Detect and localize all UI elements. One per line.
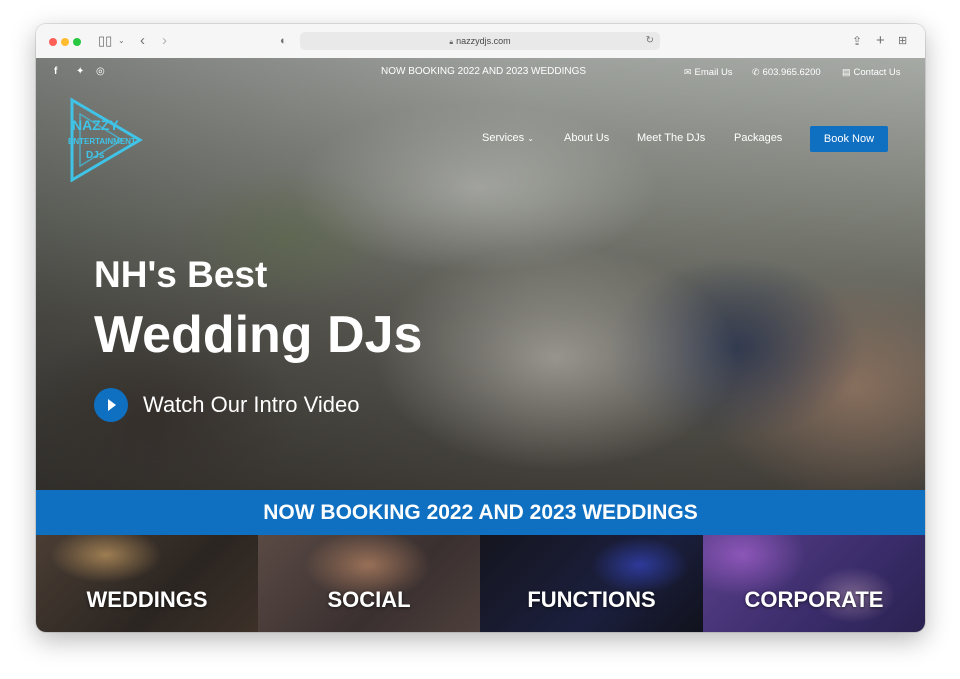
- category-grid: WEDDINGS SOCIAL FUNCTIONS CORPORATE: [36, 535, 925, 632]
- twitter-icon[interactable]: ✦: [76, 66, 84, 78]
- lock-icon: 🔒︎: [449, 39, 454, 46]
- zoom-window-button[interactable]: [73, 38, 81, 46]
- contact-link[interactable]: ▤ Contact Us: [842, 65, 901, 80]
- logo-text-line2: ENTERTAINMENT: [68, 137, 136, 146]
- hero-headline-small: NH's Best: [94, 254, 268, 295]
- share-icon[interactable]: ⇪: [852, 33, 862, 49]
- shield-icon[interactable]: ◐: [280, 33, 287, 49]
- category-functions[interactable]: FUNCTIONS: [480, 535, 703, 632]
- tab-overview-icon[interactable]: ⊞: [898, 33, 907, 49]
- forward-icon[interactable]: ›: [162, 33, 167, 49]
- minimize-window-button[interactable]: [61, 38, 69, 46]
- sidebar-icon[interactable]: ▯▯: [98, 33, 112, 49]
- nav-services[interactable]: Services ⌄: [482, 131, 534, 146]
- book-now-button[interactable]: Book Now: [810, 126, 888, 152]
- contact-label: Contact Us: [853, 67, 901, 78]
- chat-icon: ▤: [842, 67, 851, 77]
- nav-label: Services: [482, 132, 525, 144]
- email-link[interactable]: ✉ Email Us: [684, 65, 733, 80]
- new-tab-icon[interactable]: +: [876, 33, 885, 49]
- category-label: SOCIAL: [327, 587, 411, 612]
- booking-banner: NOW BOOKING 2022 AND 2023 WEDDINGS: [36, 490, 925, 535]
- url-text: nazzydjs.com: [456, 36, 511, 46]
- hero-headline-large: Wedding DJs: [94, 306, 423, 364]
- instagram-icon[interactable]: ◎: [96, 66, 105, 78]
- email-label: Email Us: [694, 67, 733, 78]
- browser-window: ▯▯ ⌄ ‹ › ◐ 🔒︎ nazzydjs.com ↻ ⇪ + ⊞ f ✦ ◎ …: [36, 24, 925, 632]
- logo-emblem: NAZZY ENTERTAINMENT DJs: [68, 97, 143, 183]
- logo-text-line1: NAZZY: [72, 117, 119, 133]
- logo-text-line3: DJs: [86, 150, 105, 161]
- category-social[interactable]: SOCIAL: [258, 535, 480, 632]
- hero-section: f ✦ ◎ NOW BOOKING 2022 AND 2023 WEDDINGS…: [36, 58, 925, 490]
- chevron-down-icon: ⌄: [527, 134, 534, 143]
- phone-icon: ✆: [752, 67, 760, 77]
- close-window-button[interactable]: [49, 38, 57, 46]
- nav-about-us[interactable]: About Us: [564, 131, 609, 145]
- site-logo[interactable]: NAZZY ENTERTAINMENT DJs: [66, 96, 146, 183]
- category-label: FUNCTIONS: [527, 587, 656, 612]
- play-icon[interactable]: [94, 388, 128, 422]
- category-corporate[interactable]: CORPORATE: [703, 535, 925, 632]
- watch-video-link[interactable]: Watch Our Intro Video: [143, 392, 359, 418]
- facebook-icon[interactable]: f: [54, 66, 57, 78]
- category-label: WEDDINGS: [86, 587, 208, 612]
- phone-link[interactable]: ✆ 603.965.6200: [752, 65, 821, 80]
- chevron-down-icon[interactable]: ⌄: [118, 33, 125, 49]
- address-bar[interactable]: 🔒︎ nazzydjs.com ↻: [300, 32, 660, 50]
- reload-icon[interactable]: ↻: [646, 32, 654, 50]
- nav-meet-the-djs[interactable]: Meet The DJs: [637, 131, 705, 145]
- envelope-icon: ✉: [684, 67, 692, 77]
- top-notice: NOW BOOKING 2022 AND 2023 WEDDINGS: [381, 66, 587, 77]
- browser-toolbar: ▯▯ ⌄ ‹ › ◐ 🔒︎ nazzydjs.com ↻ ⇪ + ⊞: [36, 24, 925, 59]
- category-label: CORPORATE: [744, 587, 884, 612]
- back-icon[interactable]: ‹: [140, 33, 145, 49]
- category-weddings[interactable]: WEDDINGS: [36, 535, 258, 632]
- nav-packages[interactable]: Packages: [734, 131, 782, 145]
- phone-number: 603.965.6200: [762, 67, 821, 78]
